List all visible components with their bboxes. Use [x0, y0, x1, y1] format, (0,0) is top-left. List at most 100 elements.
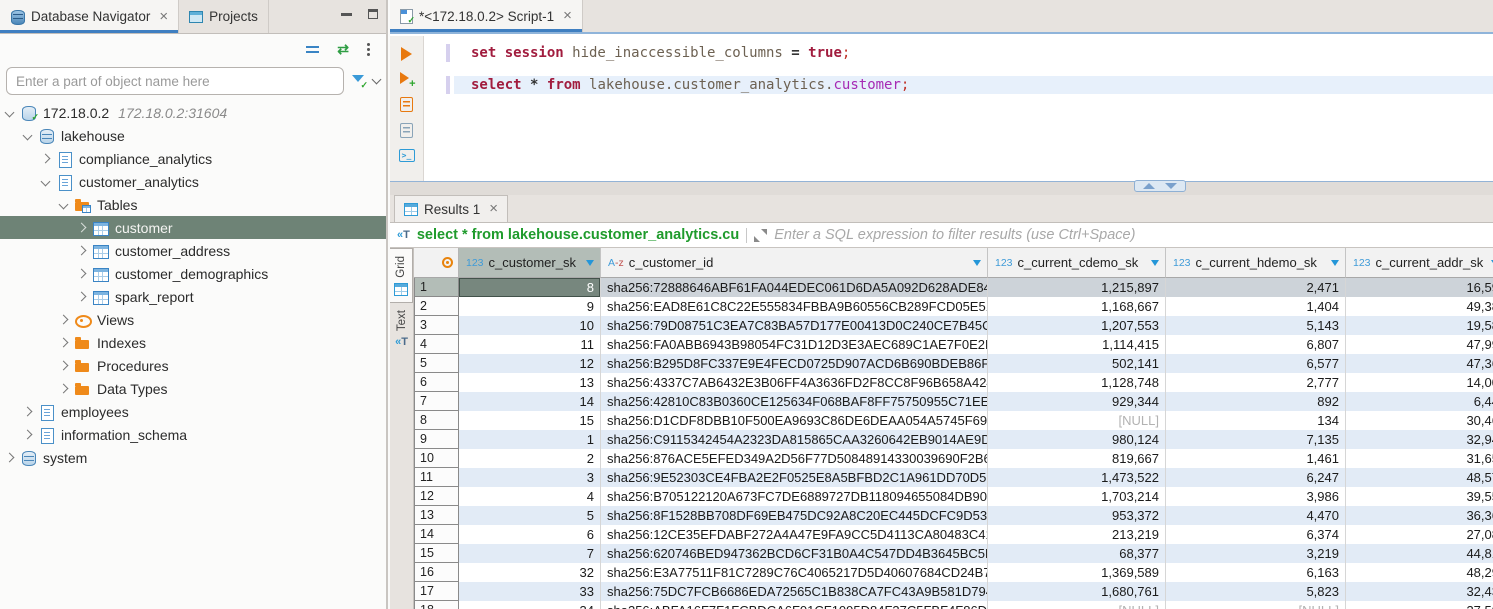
row-number[interactable]: 15 [414, 544, 459, 563]
grid-cell[interactable]: 6,44 [1346, 392, 1493, 411]
chevron-right-icon[interactable] [59, 338, 69, 348]
grid-cell[interactable]: 2,471 [1166, 278, 1346, 297]
tab-results-1[interactable]: Results 1 [394, 195, 508, 222]
grid-cell[interactable]: 1 [459, 430, 601, 449]
link-with-editor-icon[interactable] [337, 43, 349, 55]
grid-cell[interactable]: 3 [459, 468, 601, 487]
chevron-right-icon[interactable] [23, 407, 33, 417]
grid-cell[interactable]: 15 [459, 411, 601, 430]
row-number[interactable]: 16 [414, 563, 459, 582]
grid-cell[interactable]: 1,473,522 [988, 468, 1166, 487]
grid-cell[interactable]: 48,29 [1346, 563, 1493, 582]
column-dropdown-icon[interactable] [1331, 260, 1339, 266]
grid-cell[interactable]: 4,470 [1166, 506, 1346, 525]
filter-input-placeholder[interactable]: Enter a SQL expression to filter results… [774, 227, 1135, 243]
grid-cell[interactable]: 11 [459, 335, 601, 354]
grid-cell[interactable]: 6,247 [1166, 468, 1346, 487]
chevron-down-icon[interactable] [23, 131, 33, 141]
row-number[interactable]: 13 [414, 506, 459, 525]
grid-cell[interactable]: sha256:72888646ABF61FA044EDEC061D6DA5A09… [601, 278, 988, 297]
row-number[interactable]: 14 [414, 525, 459, 544]
row-number[interactable]: 9 [414, 430, 459, 449]
tree-item-tables[interactable]: Tables [0, 193, 386, 216]
row-number[interactable]: 7 [414, 392, 459, 411]
grid-cell[interactable]: 19,58 [1346, 316, 1493, 335]
grid-cell[interactable]: 27,08 [1346, 525, 1493, 544]
grid-cell[interactable]: sha256:C9115342454A2323DA815865CAA326064… [601, 430, 988, 449]
grid-cell[interactable]: 1,114,415 [988, 335, 1166, 354]
grid-cell[interactable]: sha256:E3A77511F81C7289C76C4065217D5D406… [601, 563, 988, 582]
grid-cell[interactable]: 4 [459, 487, 601, 506]
grid-cell[interactable]: 13 [459, 373, 601, 392]
tree-item-compliance-analytics[interactable]: compliance_analytics [0, 147, 386, 170]
grid-cell[interactable]: 6,577 [1166, 354, 1346, 373]
grid-cell[interactable]: 3,986 [1166, 487, 1346, 506]
grid-cell[interactable]: 14,00 [1346, 373, 1493, 392]
row-number[interactable]: 6 [414, 373, 459, 392]
chevron-down-icon[interactable] [372, 75, 382, 85]
grid-cell[interactable]: 6 [459, 525, 601, 544]
collapse-down-icon[interactable] [1165, 183, 1177, 189]
chevron-down-icon[interactable] [5, 108, 15, 118]
grid-cell[interactable]: 32,94 [1346, 430, 1493, 449]
editor-results-splitter[interactable] [390, 181, 1493, 195]
grid-cell[interactable]: sha256:B295D8FC337E9E4FECD0725D907ACD6B6… [601, 354, 988, 373]
grid-cell[interactable]: 39,55 [1346, 487, 1493, 506]
expand-filter-icon[interactable] [754, 229, 767, 242]
column-header-c_customer_id[interactable]: A-zc_customer_id [601, 248, 988, 278]
column-header-c_current_cdemo_sk[interactable]: 123c_current_cdemo_sk [988, 248, 1166, 278]
chevron-down-icon[interactable] [59, 200, 69, 210]
column-dropdown-icon[interactable] [1151, 260, 1159, 266]
tree-item-employees[interactable]: employees [0, 400, 386, 423]
row-number[interactable]: 11 [414, 468, 459, 487]
chevron-right-icon[interactable] [59, 384, 69, 394]
grid-cell[interactable]: 980,124 [988, 430, 1166, 449]
grid-cell[interactable]: 10 [459, 316, 601, 335]
chevron-right-icon[interactable] [5, 453, 15, 463]
filter-funnel-icon[interactable] [351, 74, 366, 88]
grid-cell[interactable]: 929,344 [988, 392, 1166, 411]
grid-cell[interactable]: 5,143 [1166, 316, 1346, 335]
grid-cell[interactable]: 47,99 [1346, 335, 1493, 354]
grid-cell[interactable]: sha256:12CE35EFDABF272A4A47E9FA9CC5D4113… [601, 525, 988, 544]
object-search-input[interactable] [6, 67, 344, 95]
tree-item-data-types[interactable]: Data Types [0, 377, 386, 400]
grid-cell[interactable]: 32,43 [1346, 582, 1493, 601]
grid-cell[interactable]: 34 [459, 601, 601, 609]
chevron-right-icon[interactable] [77, 223, 87, 233]
grid-cell[interactable]: 5 [459, 506, 601, 525]
grid-cell[interactable]: 16,59 [1346, 278, 1493, 297]
grid-cell[interactable]: 9 [459, 297, 601, 316]
grid-cell[interactable]: sha256:8F1528BB708DF69EB475DC92A8C20EC44… [601, 506, 988, 525]
grid-cell[interactable]: 1,703,214 [988, 487, 1166, 506]
grid-cell[interactable]: 37,50 [1346, 601, 1493, 609]
grid-cell[interactable]: sha256:FA0ABB6943B98054FC31D12D3E3AEC689… [601, 335, 988, 354]
tree-item-lakehouse[interactable]: lakehouse [0, 124, 386, 147]
column-header-c_current_hdemo_sk[interactable]: 123c_current_hdemo_sk [1166, 248, 1346, 278]
grid-cell[interactable]: 1,461 [1166, 449, 1346, 468]
grid-cell[interactable]: sha256:EAD8E61C8C22E555834FBBA9B60556CB2… [601, 297, 988, 316]
grid-cell[interactable]: sha256:9E52303CE4FBA2E2F0525E8A5BFBD2C1A… [601, 468, 988, 487]
grid-cell[interactable]: sha256:876ACE5EFED349A2D56F77D5084891433… [601, 449, 988, 468]
grid-cell[interactable]: sha256:D1CDF8DBB10F500EA9693C86DE6DEAA05… [601, 411, 988, 430]
sql-line[interactable]: select * from lakehouse.customer_analyti… [454, 76, 1493, 94]
grid-cell[interactable]: 49,38 [1346, 297, 1493, 316]
grid-cell[interactable]: 819,667 [988, 449, 1166, 468]
grid-cell[interactable]: 32 [459, 563, 601, 582]
tab-sql-script[interactable]: *<172.18.0.2> Script-1 [390, 0, 583, 32]
chevron-right-icon[interactable] [23, 430, 33, 440]
row-number[interactable]: 10 [414, 449, 459, 468]
maximize-icon[interactable] [368, 9, 378, 19]
minimize-icon[interactable] [341, 13, 352, 16]
chevron-right-icon[interactable] [59, 315, 69, 325]
row-number[interactable]: 8 [414, 411, 459, 430]
grid-cell[interactable]: 2,777 [1166, 373, 1346, 392]
grid-cell[interactable]: 6,374 [1166, 525, 1346, 544]
grid-cell[interactable]: 7 [459, 544, 601, 563]
row-number[interactable]: 17 [414, 582, 459, 601]
grid-cell[interactable]: 134 [1166, 411, 1346, 430]
view-menu-icon[interactable] [367, 43, 370, 46]
grid-cell[interactable]: 30,46 [1346, 411, 1493, 430]
grid-cell[interactable]: 5,823 [1166, 582, 1346, 601]
chevron-right-icon[interactable] [77, 246, 87, 256]
